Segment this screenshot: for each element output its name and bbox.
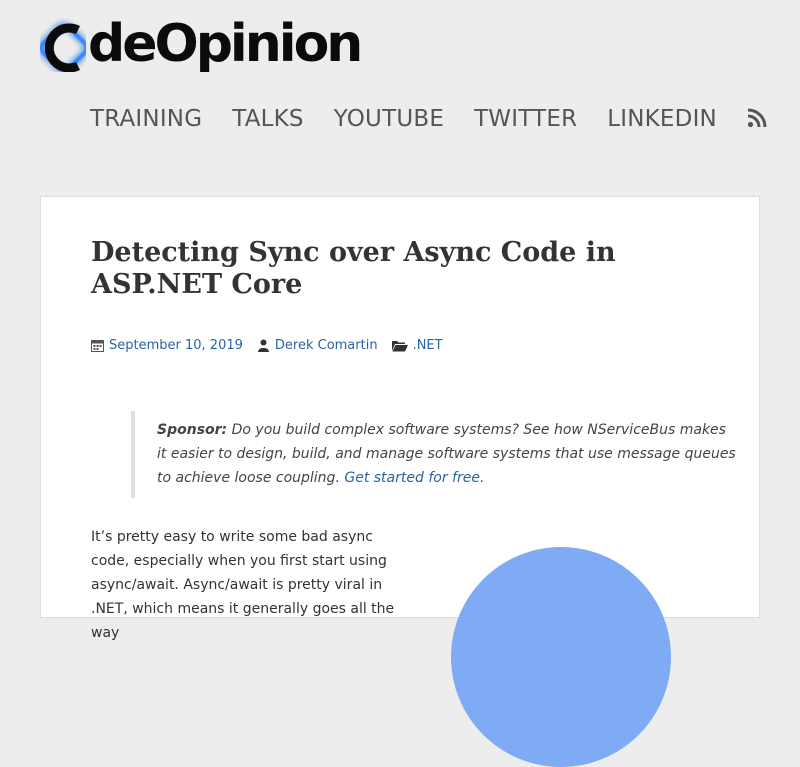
post-date-link[interactable]: September 10, 2019 <box>109 338 243 353</box>
nav-youtube[interactable]: YOUTUBE <box>334 106 444 132</box>
sponsor-blockquote: Sponsor: Do you build complex software s… <box>131 411 737 498</box>
post-body-paragraph: It’s pretty easy to write some bad async… <box>91 529 395 641</box>
post-author-link[interactable]: Derek Comartin <box>275 338 378 353</box>
post-card: Detecting Sync over Async Code in ASP.NE… <box>40 196 760 767</box>
post-author: Derek Comartin <box>257 338 378 353</box>
post-category: .NET <box>391 338 443 353</box>
nav-training[interactable]: TRAINING <box>90 106 202 132</box>
logo-text: deOpinion <box>88 14 363 74</box>
main-nav: TRAINING TALKS YOUTUBE TWITTER LINKEDIN <box>90 106 767 132</box>
post-meta: September 10, 2019 Derek Comartin .NET <box>91 338 457 353</box>
rss-icon[interactable] <box>747 108 767 130</box>
nav-talks[interactable]: TALKS <box>232 106 304 132</box>
calendar-icon <box>91 339 104 352</box>
sponsor-link[interactable]: Get started for free <box>344 470 480 486</box>
user-icon <box>257 339 270 352</box>
sponsor-label: Sponsor: <box>157 422 228 438</box>
nav-twitter[interactable]: TWITTER <box>474 106 577 132</box>
post-date: September 10, 2019 <box>91 338 243 353</box>
nav-linkedin[interactable]: LINKEDIN <box>607 106 717 132</box>
logo-mark-icon <box>40 16 86 72</box>
sponsor-end: . <box>479 470 485 486</box>
post-title: Detecting Sync over Async Code in ASP.NE… <box>91 237 616 300</box>
folder-open-icon <box>391 339 408 352</box>
site-logo[interactable]: deOpinion <box>40 6 363 82</box>
post-category-link[interactable]: .NET <box>413 338 443 353</box>
post-illustration <box>451 547 671 767</box>
